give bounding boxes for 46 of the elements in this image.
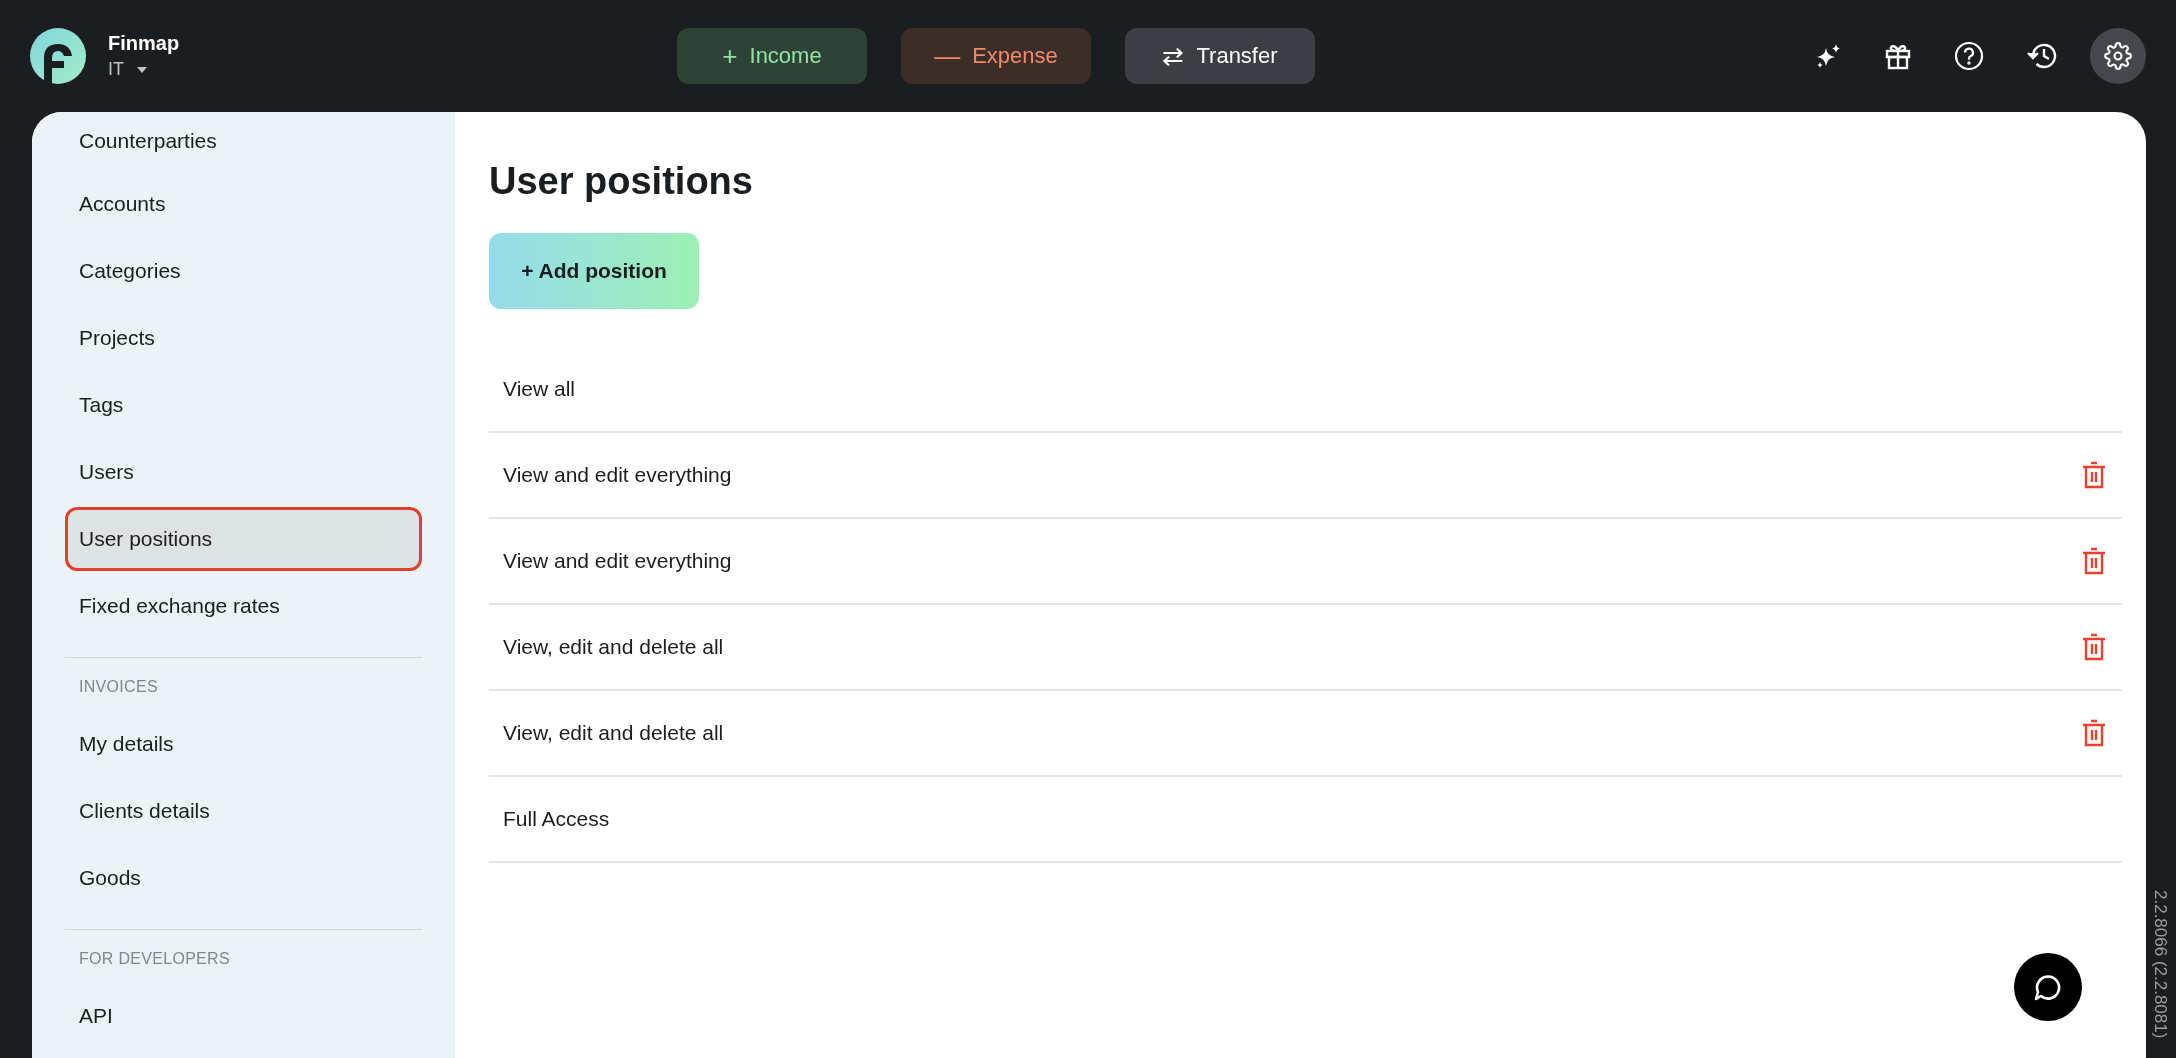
section-heading: INVOICES	[78, 677, 159, 697]
section-heading: FOR DEVELOPERS	[78, 949, 231, 969]
page-title: User positions	[489, 160, 754, 203]
transfer-button[interactable]: ⇄ Transfer	[1125, 28, 1315, 84]
delete-icon[interactable]	[2082, 547, 2106, 575]
position-row[interactable]: View and edit everything	[489, 519, 2122, 605]
sidebar-item[interactable]: Projects	[65, 304, 422, 371]
caret-icon	[136, 65, 148, 74]
income-button[interactable]: + Income	[677, 28, 867, 84]
position-name: View, edit and delete all	[503, 635, 724, 659]
sidebar-item[interactable]: Tags	[65, 371, 422, 438]
delete-icon[interactable]	[2082, 719, 2106, 747]
sidebar-item[interactable]: User positions	[65, 507, 422, 571]
gift-icon[interactable]	[1884, 42, 1912, 70]
position-name: View and edit everything	[503, 463, 732, 487]
position-name: Full Access	[503, 807, 610, 831]
sidebar-item[interactable]: Accounts	[65, 170, 422, 237]
logo-icon	[30, 28, 86, 84]
sidebar-item[interactable]: API	[65, 982, 422, 1049]
sidebar-item[interactable]: Categories	[65, 237, 422, 304]
company-dropdown[interactable]: IT	[108, 59, 180, 80]
position-name: View, edit and delete all	[503, 721, 724, 745]
version-label: 2.2.8066 (2.2.8081)	[2150, 889, 2170, 1038]
add-position-button[interactable]: + Add position	[489, 233, 699, 309]
sidebar-item[interactable]: My details	[65, 710, 422, 777]
sidebar-item[interactable]: Users	[65, 438, 422, 505]
delete-icon[interactable]	[2082, 461, 2106, 489]
position-name: View all	[503, 377, 575, 401]
position-name: View and edit everything	[503, 549, 732, 573]
sidebar-item[interactable]: Fixed exchange rates	[65, 572, 422, 639]
delete-icon[interactable]	[2082, 633, 2106, 661]
history-icon[interactable]	[2026, 41, 2058, 71]
position-row[interactable]: View, edit and delete all	[489, 691, 2122, 777]
settings-icon	[2104, 42, 2132, 70]
position-row[interactable]: Full Access	[489, 777, 2122, 863]
position-row[interactable]: View all	[489, 347, 2122, 433]
position-row[interactable]: View and edit everything	[489, 433, 2122, 519]
brand-name: Finmap	[108, 32, 180, 55]
sidebar-item[interactable]: Goods	[65, 844, 422, 911]
settings-button[interactable]	[2090, 28, 2146, 84]
position-row[interactable]: View, edit and delete all	[489, 605, 2122, 691]
help-icon[interactable]	[1954, 41, 1984, 71]
expense-button[interactable]: — Expense	[901, 28, 1091, 84]
sidebar-item[interactable]: Counterparties	[65, 112, 422, 170]
sparkle-icon[interactable]	[1816, 43, 1842, 69]
sidebar-item[interactable]: Clients details	[65, 777, 422, 844]
